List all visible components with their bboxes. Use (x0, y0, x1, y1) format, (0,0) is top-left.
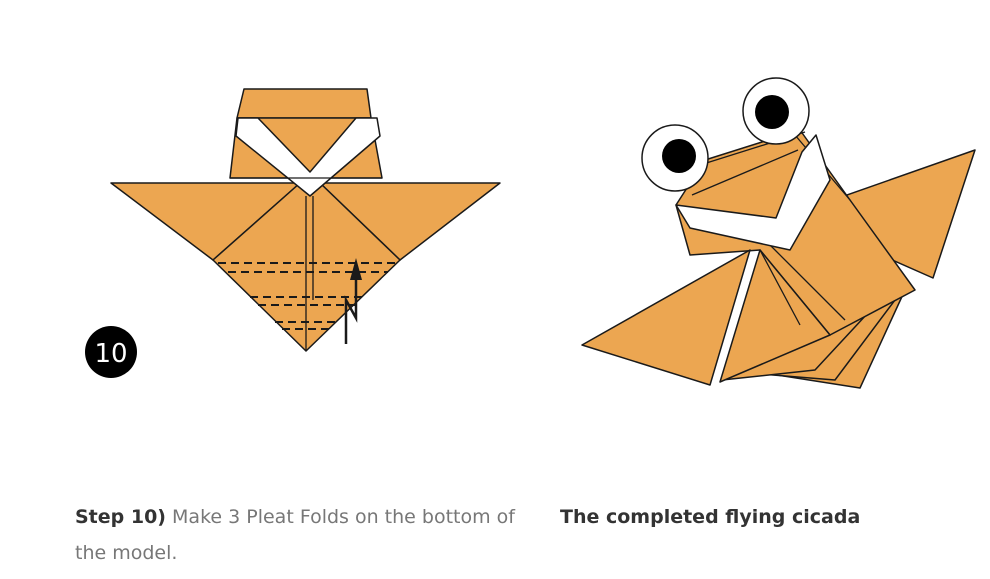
completed-caption: The completed flying cicada (560, 499, 960, 535)
step-label: Step 10) (75, 506, 166, 528)
step-10-diagram: 10 (80, 80, 520, 380)
badge-number: 10 (94, 339, 127, 369)
number-badge-icon: 10 (85, 326, 137, 378)
right-pupil (755, 95, 789, 129)
completed-cicada-illustration (581, 77, 976, 389)
step-10-illustration: 10 (85, 88, 501, 378)
left-pupil (662, 139, 696, 173)
completed-cicada-diagram (575, 65, 985, 395)
head-top-flap (236, 88, 372, 119)
completed-label: The completed flying cicada (560, 506, 861, 528)
step-10-caption: Step 10) Make 3 Pleat Folds on the botto… (75, 499, 525, 571)
